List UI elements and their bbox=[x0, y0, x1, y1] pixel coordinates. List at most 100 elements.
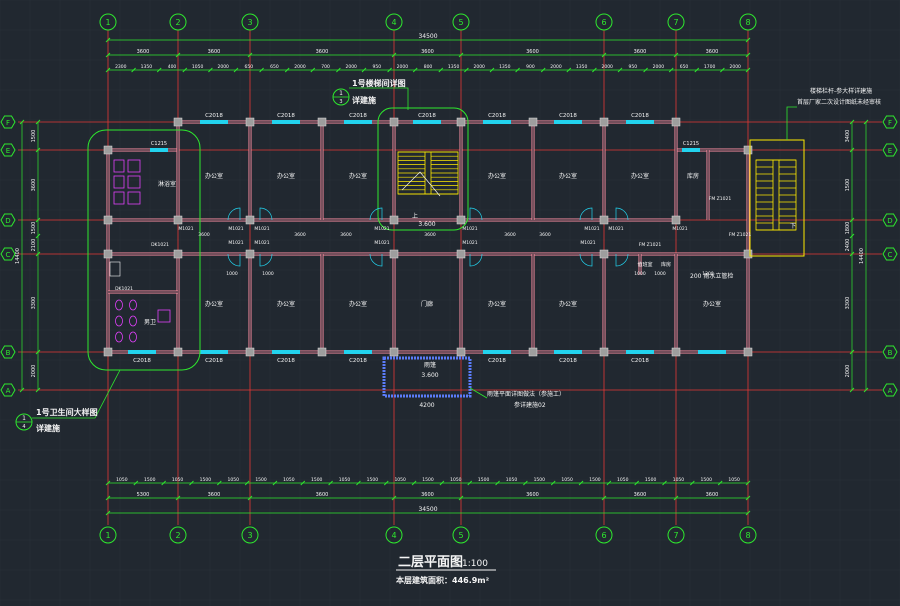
column bbox=[743, 249, 753, 259]
column bbox=[743, 145, 753, 155]
axis-label-2: 2 bbox=[175, 531, 180, 540]
axis-label-4: 4 bbox=[391, 18, 396, 27]
dim-detail-top-text: 1350 bbox=[141, 64, 153, 70]
stair-ref-label: 1号楼梯间详图 bbox=[352, 78, 406, 88]
dim-detail-bottom-text: 1050 bbox=[283, 477, 295, 483]
window-south bbox=[698, 350, 726, 354]
dim-right-text: 1500 bbox=[845, 179, 851, 192]
dim-detail-top-text: 2000 bbox=[217, 64, 229, 70]
dim-bays-top-text: 3600 bbox=[421, 49, 434, 55]
axis-label-7: 7 bbox=[673, 18, 678, 27]
dim-bays-bottom-text: 3600 bbox=[634, 492, 647, 498]
dim-bays-bottom-text: 3600 bbox=[706, 492, 719, 498]
window-south-label: C2018 bbox=[277, 358, 295, 364]
dim-detail-top-text: 950 bbox=[629, 64, 638, 70]
corridor-dim: 1000 bbox=[634, 271, 646, 277]
column bbox=[456, 215, 466, 225]
column bbox=[528, 117, 538, 127]
dim-bays-top-text: 3600 bbox=[137, 49, 150, 55]
room-office-north: 办公室 bbox=[277, 172, 295, 180]
column bbox=[245, 215, 255, 225]
dim-detail-top-text: 700 bbox=[321, 64, 330, 70]
dim-detail-top-text: 1350 bbox=[499, 64, 511, 70]
room-office-south: 办公室 bbox=[703, 300, 721, 308]
window-south bbox=[344, 350, 372, 354]
dim-detail-top-text: 2000 bbox=[550, 64, 562, 70]
dim-bays-top-text: 3600 bbox=[526, 49, 539, 55]
corridor-dim: 1000 bbox=[262, 271, 274, 277]
window-north bbox=[272, 120, 300, 124]
room-office-north: 办公室 bbox=[349, 172, 367, 180]
canopy-ref-1: 雨篷平面详图做法（参施工） bbox=[487, 390, 565, 398]
column bbox=[103, 249, 113, 259]
column bbox=[173, 117, 183, 127]
dim-right-total-text: 14400 bbox=[859, 248, 865, 264]
room-office-north: 办公室 bbox=[205, 172, 223, 180]
dim-detail-top-text: 1050 bbox=[192, 64, 204, 70]
dim-detail-top-text: 800 bbox=[424, 64, 433, 70]
toilet-bubble-sheet: 4 bbox=[22, 424, 25, 430]
dim-detail-bottom-text: 1050 bbox=[728, 477, 740, 483]
door-label: M1021 bbox=[178, 226, 193, 232]
dim-detail-bottom-text: 1050 bbox=[450, 477, 462, 483]
dim-left-text: 2000 bbox=[31, 365, 37, 378]
column bbox=[599, 215, 609, 225]
drawing-title-block: 二层平面图 1:100 本层建筑面积：446.9m² bbox=[395, 555, 496, 585]
dim-left-total-text: 14400 bbox=[15, 248, 21, 264]
door-label: M1021 bbox=[462, 226, 477, 232]
dim-detail-bottom-text: 1500 bbox=[200, 477, 212, 483]
dim-detail-top-text: 2000 bbox=[345, 64, 357, 70]
dim-right-text: 2000 bbox=[845, 365, 851, 378]
dim-detail-bottom-text: 1050 bbox=[172, 477, 184, 483]
column bbox=[456, 249, 466, 259]
toilet-bubble-number: 1 bbox=[22, 415, 26, 422]
dim-detail-top-text: 1700 bbox=[704, 64, 716, 70]
axis-label-6: 6 bbox=[601, 18, 606, 27]
column bbox=[743, 347, 753, 357]
floor-plan-canvas: 1122334455667788F FE ED DC CB BA A 345003600 36… bbox=[0, 0, 900, 606]
dim-detail-top-text: 650 bbox=[680, 64, 689, 70]
corridor-dim: 1000 bbox=[226, 271, 238, 277]
column bbox=[389, 249, 399, 259]
axis-label-8: 8 bbox=[745, 531, 750, 540]
door-label: M1021 bbox=[462, 240, 477, 246]
window-south bbox=[626, 350, 654, 354]
axis-label-B: B bbox=[888, 349, 893, 357]
canopy-dimension: 4200 bbox=[419, 402, 434, 409]
dim-bays-bottom-text: 5300 bbox=[137, 492, 150, 498]
window-small-2 bbox=[682, 148, 700, 152]
dim-detail-top-text: 2000 bbox=[397, 64, 409, 70]
dim-right-text: 2400 bbox=[845, 239, 851, 252]
window-south bbox=[554, 350, 582, 354]
room-storage: 库房 bbox=[687, 172, 699, 180]
dim-detail-top-text: 1350 bbox=[576, 64, 588, 70]
axis-label-1: 1 bbox=[105, 18, 110, 27]
axis-label-8: 8 bbox=[745, 18, 750, 27]
window-north-label: C2018 bbox=[559, 113, 577, 119]
corridor-dim: 3600 bbox=[340, 232, 352, 238]
window-south bbox=[272, 350, 300, 354]
dim-detail-top-text: 2000 bbox=[473, 64, 485, 70]
room-office-north: 办公室 bbox=[488, 172, 506, 180]
axis-label-C: C bbox=[888, 251, 893, 259]
stair-down-label: 下 bbox=[790, 223, 796, 230]
stair-up-label: 上 bbox=[412, 212, 418, 220]
dim-detail-top-text: 2000 bbox=[601, 64, 613, 70]
dim-detail-bottom-text: 1500 bbox=[589, 477, 601, 483]
room-washroom: 淋浴室 bbox=[158, 180, 176, 188]
window-south-label: C2018 bbox=[349, 358, 367, 364]
area-note: 本层建筑面积：446.9m² bbox=[395, 575, 490, 585]
dim-detail-top-text: 1350 bbox=[448, 64, 460, 70]
stair-bubble-number: 1 bbox=[339, 90, 343, 97]
column bbox=[103, 145, 113, 155]
toilet-ref-sub: 详建施 bbox=[36, 423, 60, 433]
dim-right-text: 1800 bbox=[845, 222, 851, 235]
drawing-scale: 1:100 bbox=[462, 559, 488, 569]
column bbox=[389, 347, 399, 357]
stair-ref-sub: 详建施 bbox=[352, 95, 376, 105]
axis-label-2: 2 bbox=[175, 18, 180, 27]
window-north-label: C2018 bbox=[418, 113, 436, 119]
dim-detail-bottom-text: 1050 bbox=[561, 477, 573, 483]
dim-detail-top-text: 2300 bbox=[115, 64, 127, 70]
dim-detail-bottom-text: 1500 bbox=[645, 477, 657, 483]
